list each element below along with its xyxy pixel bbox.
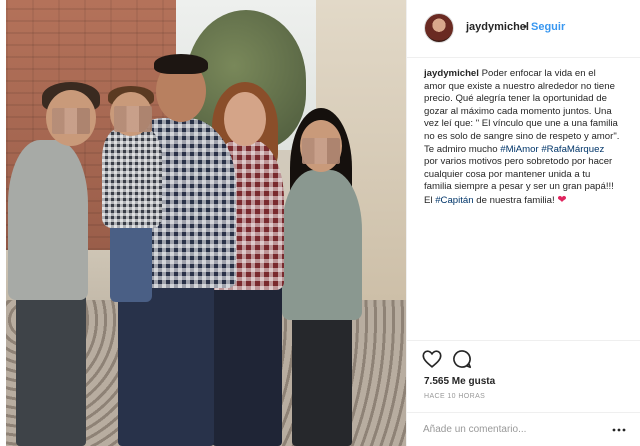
post-timestamp[interactable]: HACE 10 HORAS [424,393,485,400]
heart-outline-icon[interactable] [421,348,443,370]
avatar[interactable] [424,13,454,43]
speech-bubble-icon[interactable] [451,348,473,370]
person-1-legs [16,290,86,446]
likes-count[interactable]: 7.565 Me gusta [424,376,495,387]
person-5-body [282,170,362,320]
post-caption: jaydymichel Poder enfocar la vida en el … [424,68,620,208]
person-4-legs [212,284,282,446]
person-2-hair [154,54,208,74]
comment-form [407,412,640,446]
person-1-body [8,140,88,300]
person-3-face-blur [114,106,152,132]
ellipsis-icon[interactable] [612,423,626,437]
person-2-legs [118,282,214,446]
post-header: jaydymichel • Seguir [407,0,640,58]
caption-text-4: de nuestra familia! [473,194,558,206]
instagram-post: jaydymichel • Seguir jaydymichel Poder e… [0,0,640,446]
hashtag-miamor[interactable]: #MiAmor [500,144,538,155]
separator-dot: • [523,21,527,33]
hashtag-capitan[interactable]: #Capitán [435,195,473,206]
comment-input[interactable] [423,420,623,438]
column-divider [406,0,407,446]
red-heart-emoji: ❤ [557,193,567,206]
caption-username[interactable]: jaydymichel [424,68,479,79]
person-3-body [102,128,162,228]
action-bar [407,340,640,375]
person-3-legs [110,222,152,302]
author-username[interactable]: jaydymichel [466,21,529,33]
person-4-head [224,92,266,146]
hashtag-rafamarquez[interactable]: #RafaMárquez [541,144,604,155]
post-photo[interactable] [6,0,406,446]
person-5-legs [292,310,352,446]
person-5-face-blur [302,138,340,164]
person-1-face-blur [52,108,90,134]
follow-button[interactable]: Seguir [531,21,565,33]
caption-text-1: Poder enfocar la vida en el amor que exi… [424,68,620,155]
